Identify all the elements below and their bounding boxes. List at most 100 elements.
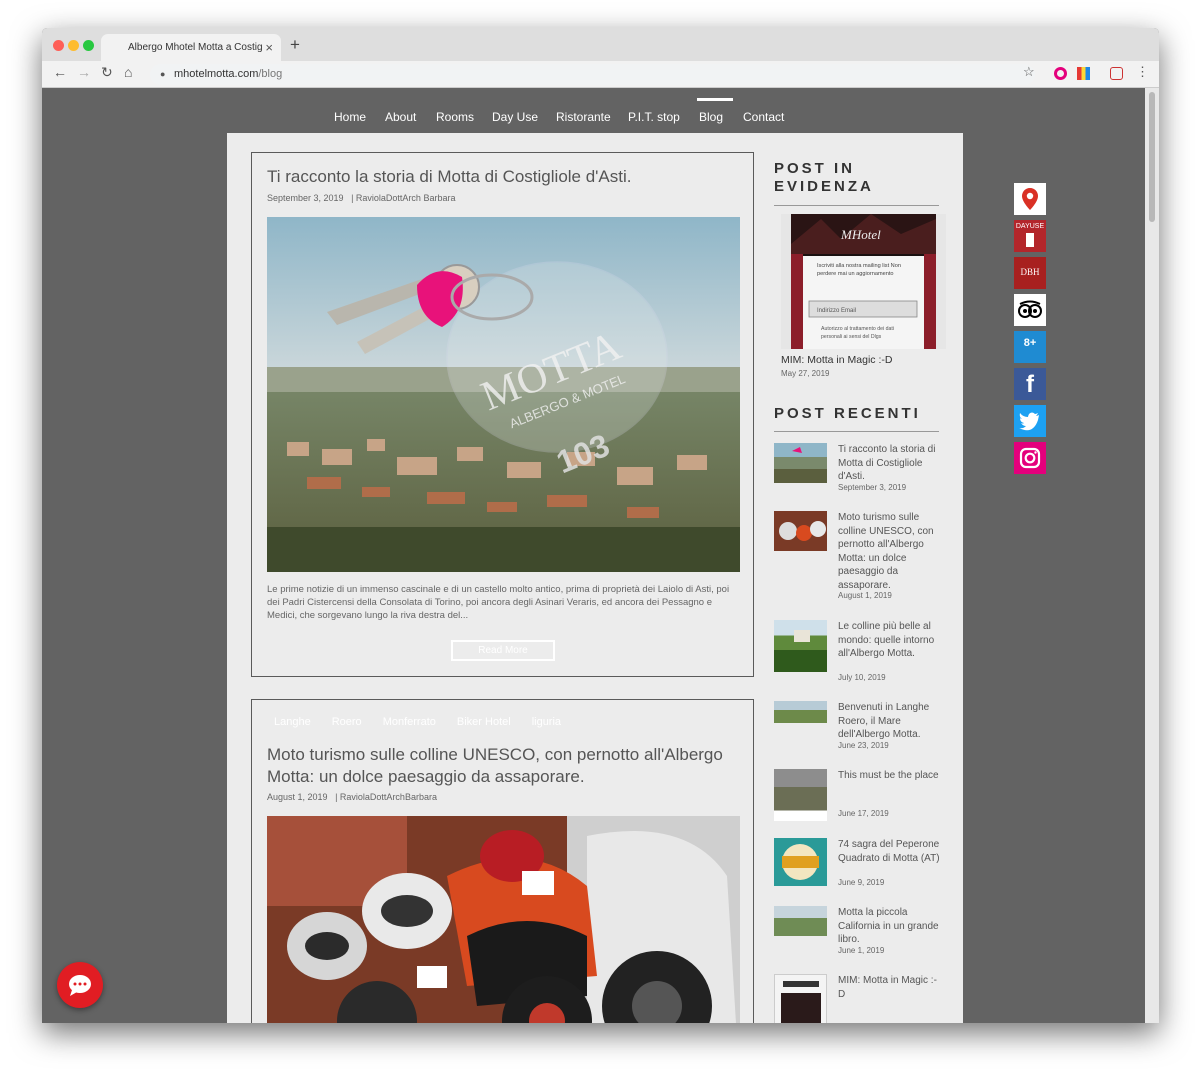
recent-post-thumb[interactable] xyxy=(774,838,827,886)
post-title[interactable]: Ti racconto la storia di Motta di Costig… xyxy=(267,166,747,188)
chat-button[interactable] xyxy=(57,962,103,1008)
recent-post-title[interactable]: This must be the place xyxy=(838,769,942,783)
facebook-icon[interactable]: f xyxy=(1014,368,1046,400)
recent-post-date: June 17, 2019 xyxy=(838,809,889,818)
featured-post-date: May 27, 2019 xyxy=(781,369,830,378)
url-field[interactable]: ● mhotelmotta.com/blog xyxy=(150,64,1035,85)
tag-link[interactable]: liguria xyxy=(532,716,561,728)
post-meta: September 3, 2019 | RaviolaDottArch Barb… xyxy=(267,193,455,203)
recent-post-date: June 23, 2019 xyxy=(838,741,889,750)
extension-color-icon[interactable] xyxy=(1077,67,1090,80)
chat-bubble-icon xyxy=(69,975,91,996)
divider xyxy=(774,205,939,206)
recent-post-thumb[interactable] xyxy=(774,974,827,1023)
minimize-window-button[interactable] xyxy=(68,40,79,51)
post-card[interactable]: Langhe Roero Monferrato Biker Hotel liguria … xyxy=(251,699,754,1023)
back-icon[interactable]: ← xyxy=(53,64,67,80)
recent-post-thumb[interactable] xyxy=(774,769,827,821)
nav-rooms[interactable]: Rooms xyxy=(436,110,474,124)
blog-content: Ti racconto la storia di Motta di Costig… xyxy=(227,133,963,1023)
tab-bar: Albergo Mhotel Motta a Costig × + xyxy=(42,28,1159,61)
close-window-button[interactable] xyxy=(53,40,64,51)
nav-about[interactable]: About xyxy=(385,110,416,124)
post-image[interactable]: MOTTA ALBERGO & MOTEL 103 xyxy=(267,217,740,572)
extension-red-icon[interactable] xyxy=(1110,67,1123,80)
post-excerpt: Le prime notizie di un immenso cascinale… xyxy=(267,584,730,621)
nav-pit-stop[interactable]: P.I.T. stop xyxy=(628,110,680,124)
dayuse-icon[interactable]: DAYUSE xyxy=(1014,220,1046,252)
website: Home About Rooms Day Use Ristorante P.I.… xyxy=(42,88,1159,1023)
motorbikes-image xyxy=(267,816,740,1023)
recent-post-date: July 10, 2019 xyxy=(838,673,886,682)
forward-icon[interactable]: → xyxy=(77,64,91,80)
post-date: September 3, 2019 xyxy=(267,193,344,203)
recent-post-thumb[interactable] xyxy=(774,620,827,672)
tag-link[interactable]: Langhe xyxy=(274,716,311,728)
new-tab-button[interactable]: + xyxy=(290,35,300,55)
recent-post-date: September 3, 2019 xyxy=(838,483,907,492)
zoom-window-button[interactable] xyxy=(83,40,94,51)
read-more-button[interactable]: Read More xyxy=(451,640,555,661)
popup-email-field: Indirizzo Email xyxy=(817,308,856,314)
address-bar-row: ← → ↻ ⌂ ● mhotelmotta.com/blog ☆ ⋮ xyxy=(42,61,1159,88)
reload-icon[interactable]: ↻ xyxy=(101,64,113,81)
recent-post-thumb[interactable] xyxy=(774,906,827,936)
post-tags: Langhe Roero Monferrato Biker Hotel liguria xyxy=(274,716,582,728)
post-image[interactable] xyxy=(267,816,740,1023)
nav-home[interactable]: Home xyxy=(334,110,366,124)
instagram-icon[interactable] xyxy=(1014,442,1046,474)
recent-post-thumb[interactable] xyxy=(774,443,827,483)
browser-tab[interactable]: Albergo Mhotel Motta a Costig × xyxy=(101,34,281,61)
facebook-letter: f xyxy=(1026,371,1034,398)
tag-link[interactable]: Roero xyxy=(332,716,362,728)
featured-post-title[interactable]: MIM: Motta in Magic :-D xyxy=(781,354,892,366)
browser-menu-icon[interactable]: ⋮ xyxy=(1136,64,1149,80)
scrollbar[interactable] xyxy=(1145,88,1159,1023)
url-path: /blog xyxy=(258,68,283,80)
post-date: August 1, 2019 xyxy=(267,792,328,802)
home-icon[interactable]: ⌂ xyxy=(124,64,132,80)
featured-logo-text: MHotel xyxy=(840,227,881,242)
recent-post-title[interactable]: Benvenuti in Langhe Roero, il Mare dell'… xyxy=(838,701,942,742)
twitter-icon[interactable] xyxy=(1014,405,1046,437)
recent-post-date: June 9, 2019 xyxy=(838,878,885,887)
recent-post-title[interactable]: Moto turismo sulle colline UNESCO, con p… xyxy=(838,511,942,592)
recent-post-title[interactable]: Motta la piccola California in un grande… xyxy=(838,906,942,947)
close-tab-icon[interactable]: × xyxy=(265,40,273,55)
nav-day-use[interactable]: Day Use xyxy=(492,110,538,124)
featured-post-image[interactable]: MHotel Iscriviti alla nostra mailing lis… xyxy=(781,214,946,349)
post-title[interactable]: Moto turismo sulle colline UNESCO, con p… xyxy=(267,744,747,788)
recent-post-thumb[interactable] xyxy=(774,511,827,551)
recent-heading: POST RECENTI xyxy=(774,405,921,422)
recent-post-title[interactable]: 74 sagra del Peperone Quadrato di Motta … xyxy=(838,838,942,865)
google-maps-icon[interactable] xyxy=(1014,183,1046,215)
scrollbar-thumb[interactable] xyxy=(1149,92,1155,222)
extension-pink-icon[interactable] xyxy=(1054,67,1067,80)
dayuse-label: DAYUSE xyxy=(1015,223,1045,230)
recent-post-date: August 1, 2019 xyxy=(838,591,892,600)
post-author[interactable]: | RaviolaDottArch Barbara xyxy=(351,193,455,203)
bookmark-star-icon[interactable]: ☆ xyxy=(1023,64,1035,80)
dbh-label: DBH xyxy=(1020,267,1040,277)
tab-title: Albergo Mhotel Motta a Costig xyxy=(128,42,263,53)
recent-post-title[interactable]: Ti racconto la storia di Motta di Costig… xyxy=(838,443,942,484)
recent-post-thumb[interactable] xyxy=(774,701,827,723)
recent-post-title[interactable]: MIM: Motta in Magic :-D xyxy=(838,974,942,1001)
tag-link[interactable]: Biker Hotel xyxy=(457,716,511,728)
nav-ristorante[interactable]: Ristorante xyxy=(556,110,611,124)
post-card[interactable]: Ti racconto la storia di Motta di Costig… xyxy=(251,152,754,677)
keys-on-landscape-image: MOTTA ALBERGO & MOTEL 103 xyxy=(267,217,740,572)
url-host: mhotelmotta.com xyxy=(174,68,259,80)
recent-post-title[interactable]: Le colline più belle al mondo: quelle in… xyxy=(838,620,942,661)
recent-post-date: June 1, 2019 xyxy=(838,946,885,955)
nav-contact[interactable]: Contact xyxy=(743,110,784,124)
booking-icon[interactable]: 8+ xyxy=(1014,331,1046,363)
dbh-icon[interactable]: DBH xyxy=(1014,257,1046,289)
post-author[interactable]: | RaviolaDottArchBarbara xyxy=(335,792,437,802)
tripadvisor-icon[interactable] xyxy=(1014,294,1046,326)
nav-blog[interactable]: Blog xyxy=(696,98,734,124)
tag-link[interactable]: Monferrato xyxy=(383,716,436,728)
browser-window: Albergo Mhotel Motta a Costig × + ← → ↻ … xyxy=(42,28,1159,1023)
divider xyxy=(774,431,939,432)
mim-popup-image: MHotel Iscriviti alla nostra mailing lis… xyxy=(781,214,946,349)
